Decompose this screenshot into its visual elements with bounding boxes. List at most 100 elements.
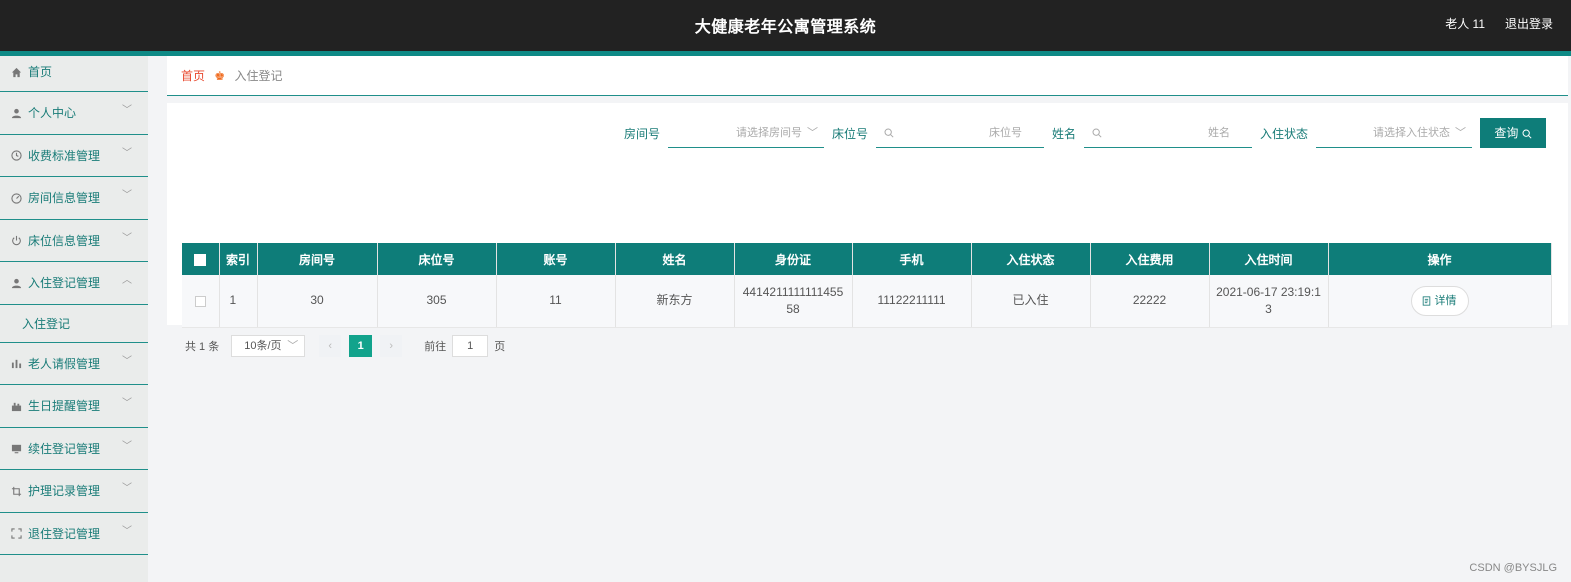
app-title: 大健康老年公寓管理系统 <box>694 19 877 36</box>
page-size-select[interactable]: 10条/页 ﹀ <box>231 335 306 357</box>
cell-account: 11 <box>496 275 616 328</box>
sidebar-item-renewal-management[interactable]: 续住登记管理 ﹀ <box>0 428 148 470</box>
search-icon <box>884 118 894 148</box>
page-size-value: 10条/页 <box>244 340 282 352</box>
sidebar-item-leave-management[interactable]: 老人请假管理 ﹀ <box>0 343 148 385</box>
chevron-down-icon: ﹀ <box>122 232 132 244</box>
bar-chart-icon <box>10 343 22 385</box>
sidebar-item-label: 老人请假管理 <box>28 356 101 371</box>
name-filter-label: 姓名 <box>1051 126 1076 141</box>
goto-prefix: 前往 <box>424 341 447 353</box>
main-content: 首页 ♚ 入住登记 房间号 请选择房间号 ﹀ 床位号 床位号 姓名 姓名 入住状… <box>167 56 1568 357</box>
sidebar-item-label: 房间信息管理 <box>28 191 101 205</box>
sidebar-item-birthday-reminder[interactable]: 生日提醒管理 ﹀ <box>0 385 148 428</box>
chevron-down-icon: ﹀ <box>122 147 132 159</box>
breadcrumb-current: 入住登记 <box>234 69 283 83</box>
watermark: CSDN @BYSJLG <box>1469 562 1557 574</box>
prev-page-button[interactable]: ‹ <box>319 335 342 357</box>
crop-icon <box>10 470 22 512</box>
select-all-checkbox[interactable] <box>194 253 207 266</box>
cell-phone: 11122211111 <box>852 275 972 328</box>
gift-icon <box>10 385 22 427</box>
chevron-down-icon: ﹀ <box>122 355 132 367</box>
checkin-table: 索引 房间号 床位号 账号 姓名 身份证 手机 入住状态 入住费用 入住时间 操… <box>182 243 1552 328</box>
select-all-cell[interactable] <box>182 243 220 275</box>
column-header-name: 姓名 <box>615 243 735 275</box>
column-header-fee: 入住费用 <box>1090 243 1210 275</box>
sidebar-item-label: 退住登记管理 <box>28 526 101 541</box>
goto-suffix: 页 <box>494 341 506 353</box>
cell-action: 详情 <box>1328 275 1552 328</box>
bed-input-placeholder: 床位号 <box>988 127 1022 139</box>
sidebar-subitem-checkin[interactable]: 入住登记 <box>0 305 148 343</box>
sidebar-item-label: 护理记录管理 <box>28 484 101 498</box>
logout-button[interactable]: 退出登录 <box>1505 15 1553 32</box>
row-checkbox[interactable] <box>194 295 206 307</box>
query-button[interactable]: 查询 <box>1480 118 1546 148</box>
detail-button[interactable]: 详情 <box>1410 285 1469 316</box>
user-icon <box>10 262 22 304</box>
column-header-account: 账号 <box>496 243 616 275</box>
column-header-bed: 床位号 <box>377 243 497 275</box>
goto-page-input[interactable]: 1 <box>452 335 489 357</box>
sidebar-item-checkin-management[interactable]: 入住登记管理 ︿ <box>0 262 148 305</box>
room-select-placeholder: 请选择房间号 <box>735 127 802 139</box>
page-number-current[interactable]: 1 <box>349 335 373 357</box>
sidebar-item-label: 床位信息管理 <box>28 233 101 248</box>
breadcrumb-separator-icon: ♚ <box>214 69 226 83</box>
chevron-down-icon: ﹀ <box>122 440 132 452</box>
fullscreen-icon <box>10 513 22 555</box>
breadcrumb: 首页 ♚ 入住登记 <box>167 56 1568 96</box>
chevron-up-icon: ︿ <box>122 275 132 286</box>
search-filters: 房间号 请选择房间号 ﹀ 床位号 床位号 姓名 姓名 入住状态 请选择入住状态 … <box>624 118 1546 148</box>
sidebar-item-home[interactable]: 首页 <box>0 56 148 92</box>
room-filter-label: 房间号 <box>623 126 660 141</box>
row-select-cell[interactable] <box>182 275 220 328</box>
chevron-down-icon: ﹀ <box>1455 127 1466 139</box>
home-icon <box>10 56 22 88</box>
detail-button-label: 详情 <box>1434 294 1457 307</box>
cell-name: 新东方 <box>615 275 735 328</box>
sidebar-item-label: 首页 <box>28 65 53 79</box>
chevron-down-icon: ﹀ <box>122 398 132 409</box>
table-row: 1 30 305 11 新东方 441421111111145558 11122… <box>182 275 1552 328</box>
name-input[interactable]: 姓名 <box>1083 118 1252 148</box>
column-header-action: 操作 <box>1328 243 1552 275</box>
sidebar-item-label: 收费标准管理 <box>28 148 101 163</box>
sidebar-item-label: 入住登记管理 <box>28 276 101 290</box>
search-icon <box>1092 118 1102 148</box>
sidebar-item-room-info[interactable]: 房间信息管理 ﹀ <box>0 177 148 220</box>
user-icon <box>10 92 22 134</box>
room-select[interactable]: 请选择房间号 ﹀ <box>667 118 824 148</box>
top-bar: 大健康老年公寓管理系统 老人 11 退出登录 <box>0 0 1571 51</box>
sidebar-item-personal-center[interactable]: 个人中心 ﹀ <box>0 92 148 135</box>
current-user[interactable]: 老人 11 <box>1445 15 1485 32</box>
sidebar-item-nursing-records[interactable]: 护理记录管理 ﹀ <box>0 470 148 513</box>
next-page-button[interactable]: › <box>380 335 403 357</box>
status-select[interactable]: 请选择入住状态 ﹀ <box>1316 118 1472 148</box>
search-icon <box>1522 126 1532 140</box>
pagination: 共 1 条 10条/页 ﹀ ‹ 1 › 前往 1 页 <box>185 335 505 357</box>
bed-input[interactable]: 床位号 <box>875 118 1044 148</box>
cell-id-card: 441421111111145558 <box>734 275 853 328</box>
sidebar-item-fee-standard[interactable]: 收费标准管理 ﹀ <box>0 135 148 177</box>
clock-icon <box>10 135 22 177</box>
column-header-room: 房间号 <box>257 243 378 275</box>
chevron-down-icon: ﹀ <box>122 525 132 537</box>
status-filter-label: 入住状态 <box>1259 126 1308 141</box>
status-select-placeholder: 请选择入住状态 <box>1373 127 1450 139</box>
chevron-down-icon: ﹀ <box>122 190 132 201</box>
cell-room: 30 <box>257 275 378 328</box>
sidebar-item-bed-info[interactable]: 床位信息管理 ﹀ <box>0 220 148 262</box>
sidebar: 首页 个人中心 ﹀ 收费标准管理 ﹀ 房间信息管理 ﹀ 床位信息管理 ﹀ 入住登… <box>0 56 148 582</box>
column-header-time: 入住时间 <box>1209 243 1329 275</box>
chevron-down-icon: ﹀ <box>122 105 132 116</box>
name-input-placeholder: 姓名 <box>1207 127 1230 139</box>
breadcrumb-home[interactable]: 首页 <box>181 69 205 83</box>
sidebar-item-checkout-management[interactable]: 退住登记管理 ﹀ <box>0 513 148 555</box>
chevron-down-icon: ﹀ <box>122 483 132 494</box>
monitor-icon <box>10 428 22 470</box>
column-header-status: 入住状态 <box>971 243 1091 275</box>
sidebar-item-label: 续住登记管理 <box>28 441 101 456</box>
content-panel: 房间号 请选择房间号 ﹀ 床位号 床位号 姓名 姓名 入住状态 请选择入住状态 … <box>167 103 1568 357</box>
